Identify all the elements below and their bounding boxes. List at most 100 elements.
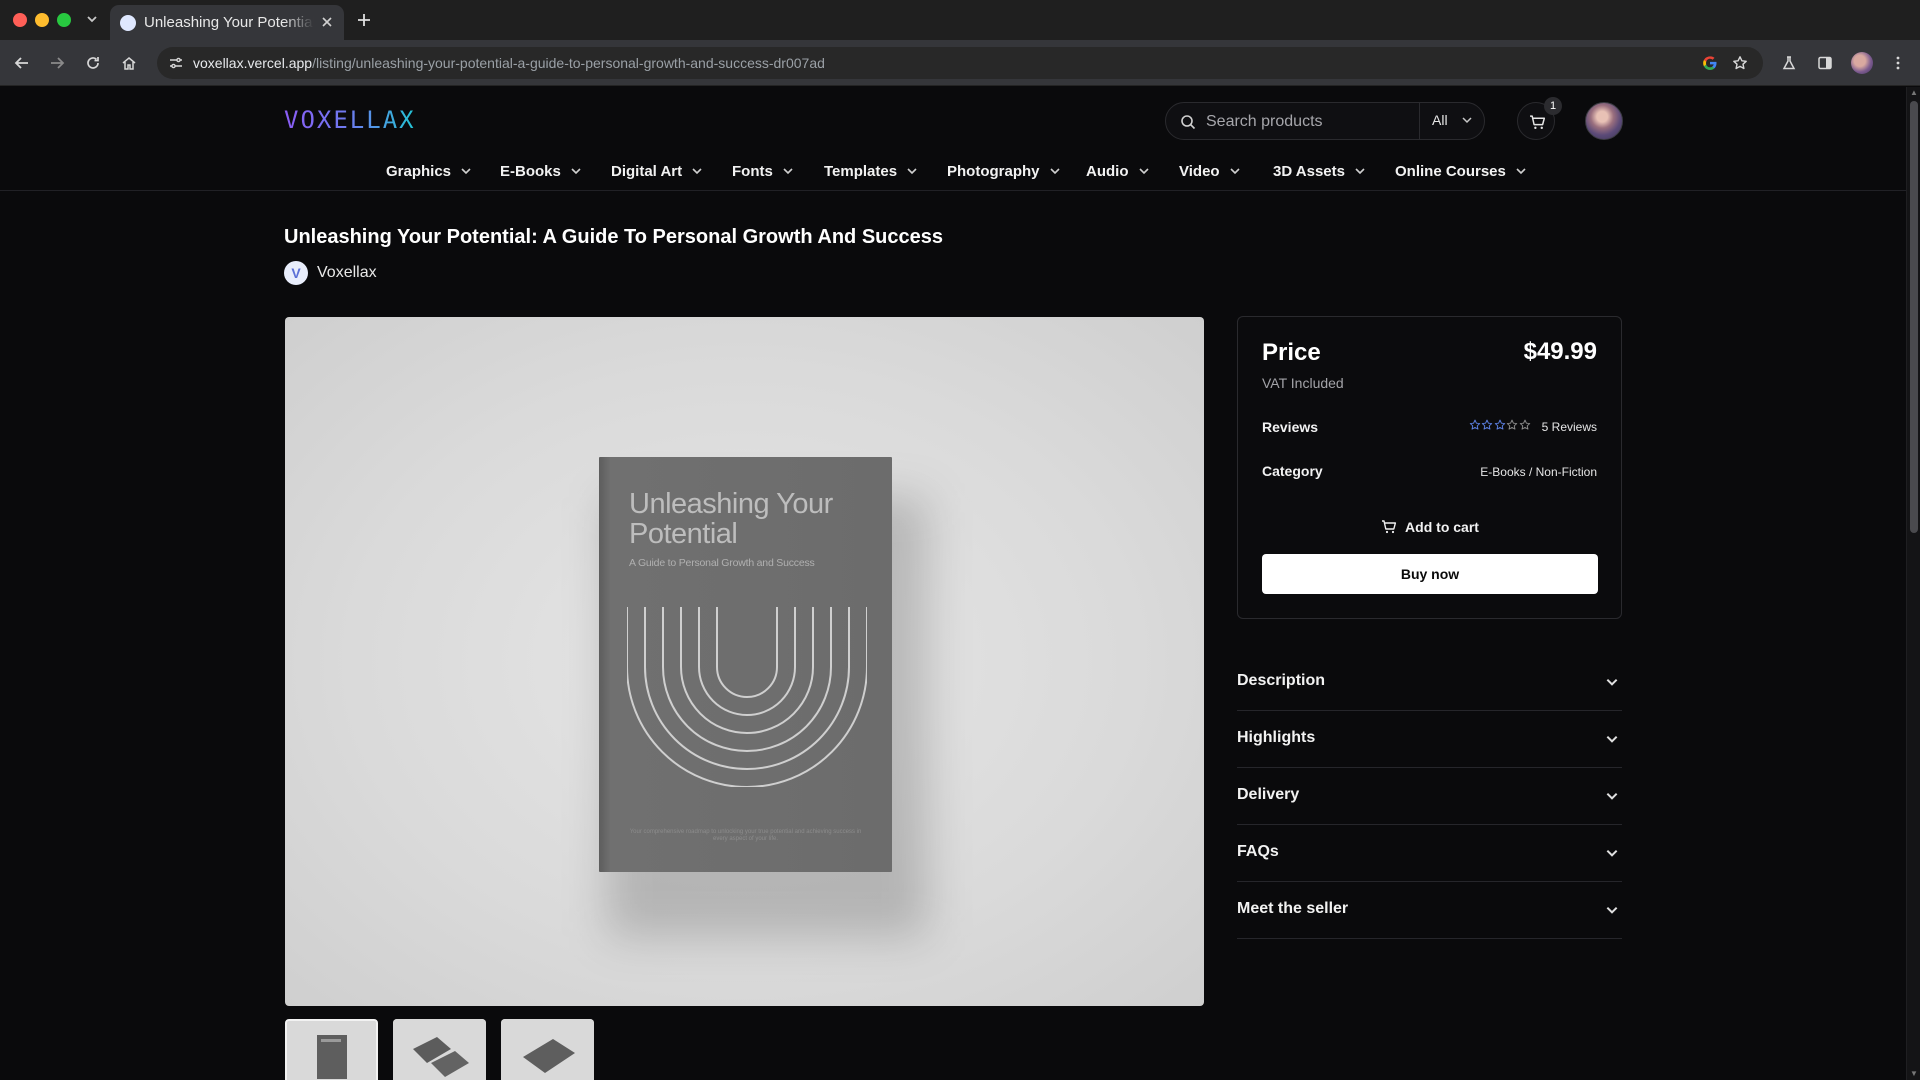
seller-link[interactable]: V Voxellax xyxy=(284,261,377,285)
star-outline-icon xyxy=(1469,419,1480,430)
add-to-cart-button[interactable]: Add to cart xyxy=(1262,512,1598,542)
accordion-label: FAQs xyxy=(1237,843,1279,860)
browser-profile-avatar[interactable] xyxy=(1851,52,1873,74)
price-value: $49.99 xyxy=(1523,338,1597,365)
chevron-down-icon xyxy=(1604,845,1620,861)
star-outline-icon xyxy=(1481,419,1493,430)
accordion-label: Description xyxy=(1237,672,1326,689)
nav-item-graphics[interactable]: Graphics xyxy=(386,155,473,187)
reviews-label: Reviews xyxy=(1262,419,1319,435)
bookmark-star-icon[interactable] xyxy=(1729,52,1751,74)
chevron-down-icon[interactable] xyxy=(1460,113,1474,127)
nav-item-digital-art[interactable]: Digital Art xyxy=(611,155,704,187)
nav-item-3d-assets[interactable]: 3D Assets xyxy=(1273,155,1367,187)
side-panel-icon[interactable] xyxy=(1813,51,1837,75)
shopping-cart-icon xyxy=(1381,519,1397,535)
tab-favicon-icon xyxy=(120,15,136,31)
vat-note: VAT Included xyxy=(1262,375,1344,391)
accordion-label: Meet the seller xyxy=(1237,900,1349,917)
search-icon xyxy=(1179,113,1197,131)
thumbnail-1[interactable] xyxy=(285,1019,378,1080)
browser-tab-bar: Unleashing Your Potential: A Guide To Pe… xyxy=(0,0,1920,40)
search-category-select[interactable]: All xyxy=(1432,112,1448,128)
chevron-down-icon xyxy=(1604,674,1620,690)
scrollbar-thumb[interactable] xyxy=(1910,101,1918,533)
tab-close-icon[interactable] xyxy=(318,13,336,31)
chevron-down-icon xyxy=(1514,164,1528,178)
nav-item-ebooks[interactable]: E-Books xyxy=(500,155,583,187)
page-scrollbar[interactable]: ▲ ▼ xyxy=(1906,87,1920,1080)
cart-button[interactable]: 1 xyxy=(1517,97,1562,140)
category-value[interactable]: E-Books / Non-Fiction xyxy=(1480,465,1597,479)
star-outline-icon xyxy=(1506,419,1518,430)
nav-item-fonts[interactable]: Fonts xyxy=(732,155,795,187)
chevron-down-icon xyxy=(1604,902,1620,918)
product-search-bar: All xyxy=(1165,102,1485,140)
user-avatar[interactable] xyxy=(1585,102,1623,140)
window-minimize-button[interactable] xyxy=(35,13,49,27)
accordion-label: Highlights xyxy=(1237,729,1316,746)
chevron-down-icon xyxy=(1228,164,1242,178)
window-close-button[interactable] xyxy=(13,13,27,27)
purchase-card: Price $49.99 VAT Included Reviews 5 Revi… xyxy=(1237,316,1622,619)
thumbnail-3[interactable] xyxy=(501,1019,594,1080)
book-cover-footer: Your comprehensive roadmap to unlocking … xyxy=(629,829,862,842)
product-main-image[interactable]: Unleashing Your Potential A Guide to Per… xyxy=(285,317,1204,1006)
forward-arrow-icon[interactable] xyxy=(45,51,69,75)
category-nav: Graphics E-Books Digital Art Fonts Templ… xyxy=(0,155,1906,187)
nav-item-templates[interactable]: Templates xyxy=(824,155,919,187)
new-tab-plus-icon[interactable] xyxy=(353,9,375,31)
browser-tab-active[interactable]: Unleashing Your Potential: A Guide To Pe… xyxy=(110,5,344,40)
book-cover: Unleashing Your Potential A Guide to Per… xyxy=(599,457,892,872)
tab-search-chevron-icon[interactable] xyxy=(81,8,103,30)
thumbnail-2[interactable] xyxy=(393,1019,486,1080)
nav-item-label: Graphics xyxy=(386,162,452,180)
nav-item-label: Photography xyxy=(947,162,1040,180)
reviews-count[interactable]: 5 Reviews xyxy=(1542,420,1597,434)
category-label: Category xyxy=(1262,463,1323,479)
labs-flask-icon[interactable] xyxy=(1777,51,1801,75)
nav-item-label: E-Books xyxy=(500,162,561,180)
seller-name: Voxellax xyxy=(317,264,377,281)
address-bar[interactable]: voxellax.vercel.app/listing/unleashing-y… xyxy=(157,47,1763,79)
accordion-delivery[interactable]: Delivery xyxy=(1237,768,1622,825)
browser-menu-kebab-icon[interactable] xyxy=(1886,51,1910,75)
google-lens-icon[interactable] xyxy=(1699,52,1721,74)
chevron-down-icon xyxy=(1048,164,1062,178)
accordion-highlights[interactable]: Highlights xyxy=(1237,711,1622,768)
shopping-cart-icon xyxy=(1528,113,1546,131)
book-cover-title: Unleashing Your Potential xyxy=(629,488,833,550)
accordion-description[interactable]: Description xyxy=(1237,654,1622,711)
accordion-faqs[interactable]: FAQs xyxy=(1237,825,1622,882)
site-info-tune-icon[interactable] xyxy=(165,52,187,74)
nav-item-label: Templates xyxy=(824,162,898,180)
nav-item-label: Audio xyxy=(1086,162,1129,180)
seller-avatar: V xyxy=(284,261,308,285)
chevron-down-icon xyxy=(690,164,704,178)
nav-item-label: 3D Assets xyxy=(1273,162,1345,180)
scroll-up-arrow-icon[interactable]: ▲ xyxy=(1910,89,1918,97)
back-arrow-icon[interactable] xyxy=(10,51,34,75)
nav-item-online-courses[interactable]: Online Courses xyxy=(1395,155,1528,187)
accordion-meet-the-seller[interactable]: Meet the seller xyxy=(1237,882,1622,939)
product-info-accordion: Description Highlights Delivery FAQs Mee… xyxy=(1237,654,1622,939)
price-label: Price xyxy=(1262,339,1321,366)
header-divider xyxy=(0,190,1906,191)
star-outline-icon xyxy=(1494,419,1505,430)
scroll-down-arrow-icon[interactable]: ▼ xyxy=(1910,1070,1918,1078)
home-icon[interactable] xyxy=(117,51,141,75)
window-zoom-button[interactable] xyxy=(57,13,71,27)
site-logo[interactable]: VOXELLAX xyxy=(284,106,416,134)
rating-stars[interactable] xyxy=(1469,419,1532,433)
buy-now-button[interactable]: Buy now xyxy=(1262,554,1598,594)
address-bar-url: voxellax.vercel.app/listing/unleashing-y… xyxy=(193,55,825,71)
chevron-down-icon xyxy=(781,164,795,178)
nav-item-video[interactable]: Video xyxy=(1179,155,1242,187)
nav-item-photography[interactable]: Photography xyxy=(947,155,1062,187)
web-page: VOXELLAX All 1 Graphics E-Books Digital … xyxy=(0,87,1906,1080)
search-input[interactable] xyxy=(1206,112,1406,132)
nav-item-audio[interactable]: Audio xyxy=(1086,155,1151,187)
chevron-down-icon xyxy=(569,164,583,178)
reload-icon[interactable] xyxy=(81,51,105,75)
chevron-down-icon xyxy=(1353,164,1367,178)
